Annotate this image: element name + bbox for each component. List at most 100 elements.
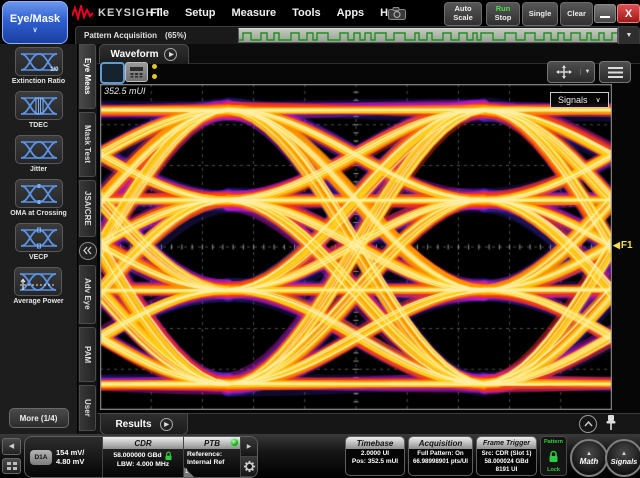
ptb-section[interactable]: PTB Reference: Internal Ref 1 [184,437,241,477]
vecp-icon [15,223,63,252]
tab-pam[interactable]: PAM [79,327,96,382]
pin-panel-button[interactable] [604,414,618,432]
mode-selector-button[interactable]: Eye/Mask ∨ [2,1,68,44]
menu-file[interactable]: File [150,7,169,19]
play-icon[interactable]: ▶ [164,48,177,61]
average-power-icon [14,267,62,296]
frame-trigger-panel[interactable]: Frame Trigger Src: CDR (Slot 1) 58.00002… [476,436,537,476]
frame-trigger-length: 8191 UI [477,466,536,474]
ptb-status-led [231,439,238,446]
stop-label: Stop [495,14,512,23]
timebase-scale: 2.0000 UI [346,450,404,458]
ptb-reference-label: Reference: [187,451,237,459]
measurement-sidebar: 1/0 Extinction Ratio TDEC Jitter OMA at … [0,44,78,434]
f1-function-marker[interactable]: ◀ F1 [613,240,633,251]
keysight-logo: KEYSIGHT [72,5,162,21]
eye-diagram-canvas [100,84,612,410]
menu-tools[interactable]: Tools [292,7,321,19]
extinction-ratio-icon: 1/0 [15,47,63,76]
sidebar-item-extinction-ratio[interactable]: 1/0 Extinction Ratio [12,47,65,86]
status-nav-column: ◀ [2,438,21,474]
lock-icon [164,451,173,461]
lock-icon [547,450,560,463]
flexdca-window: Eye/Mask ∨ KEYSIGHT File Setup Measure T… [0,0,640,478]
camera-icon[interactable] [386,5,408,21]
channel-panel-buttons: ▶ [241,437,257,477]
minimize-button[interactable] [594,4,616,23]
auto-scale-button[interactable]: Auto Scale [444,2,482,26]
channel-setup-button[interactable] [241,457,257,477]
collapse-panel-button[interactable] [79,242,97,259]
keysight-spark-icon [72,5,94,21]
signals-dropdown[interactable]: Signals ∨ [550,92,609,108]
channel-d1a-section[interactable]: D1A 154 mV/ 4.80 mV [25,437,103,477]
pan-tool-dropdown[interactable]: ▼ [580,69,594,75]
panel-page-corner: 1 [184,467,194,477]
tab-eye-meas[interactable]: Eye Meas [79,44,96,109]
category-tab-strip: Eye Meas Mask Test JSA/CRE Adv Eye PAM U… [78,44,97,434]
grid-icon [7,462,17,470]
tab-mask-test[interactable]: Mask Test [79,112,96,177]
drag-handle-dots-icon[interactable] [152,64,157,79]
pan-tool-button[interactable]: ▼ [547,61,595,83]
acquisition-full-pattern: Full Pattern: On [409,450,472,458]
marker-triangle-icon: ◀ [613,240,620,251]
keypad-icon[interactable] [125,62,148,82]
double-chevron-left-icon [83,246,92,255]
grid-view-button[interactable] [2,458,21,475]
sidebar-item-tdec[interactable]: TDEC [15,91,63,130]
acquisition-panel[interactable]: Acquisition Full Pattern: On 66.98998901… [408,436,473,476]
cdr-section[interactable]: CDR 58.000000 GBd LBW: 4.000 MHz [103,437,184,477]
pattern-acquisition-progress [238,28,618,43]
pattern-acquisition-bar: Pattern Acquisition (65%) ▼ [75,26,640,44]
frame-trigger-rate: 58.000024 GBd [477,458,536,466]
run-stop-button[interactable]: Run Stop [486,2,520,26]
panel-menu-button[interactable] [599,61,631,83]
timebase-position: Pos: 352.5 mUI [346,458,404,466]
pattern-lock-button[interactable]: Pattern Lock [540,436,567,476]
play-icon[interactable]: ▶ [160,418,173,431]
math-button[interactable]: ▲ Math [570,439,608,477]
sidebar-item-jitter[interactable]: Jitter [15,135,63,174]
clear-button[interactable]: Clear [560,2,593,26]
frame-trigger-source: Src: CDR (Slot 1) [477,450,536,458]
jitter-icon [15,135,63,164]
move-arrows-icon [548,65,580,79]
more-measurements-button[interactable]: More (1/4) [9,408,69,428]
expand-results-button[interactable] [579,415,597,433]
waveform-tab[interactable]: Waveform ▶ [99,44,189,64]
sidebar-item-average-power[interactable]: Average Power [13,267,63,306]
single-button[interactable]: Single [522,2,558,26]
chevron-down-icon: ∨ [32,28,37,33]
gear-icon [243,460,256,473]
channel-badge: D1A [30,450,52,465]
channel-scale: 154 mV/ [56,448,84,457]
menu-setup[interactable]: Setup [185,7,216,19]
acquisition-bar-dropdown[interactable]: ▼ [618,27,639,44]
pattern-acquisition-label: Pattern Acquisition (65%) [76,27,238,44]
timebase-panel[interactable]: Timebase 2.0000 UI Pos: 352.5 mUI [345,436,405,476]
tab-jsa-cre[interactable]: JSA/CRE [79,180,96,237]
sidebar-item-vecp[interactable]: VECP [15,223,63,262]
oma-at-crossing-icon [15,179,63,208]
display-mode-icon[interactable] [100,62,125,84]
tab-user[interactable]: User [79,385,96,431]
acquisition-percent: (65%) [165,31,186,40]
scroll-left-button[interactable]: ◀ [2,438,21,455]
menu-measure[interactable]: Measure [232,7,277,19]
signals-button[interactable]: ▲ Signals [605,439,640,477]
menu-apps[interactable]: Apps [337,7,365,19]
close-button[interactable]: X [617,4,640,23]
tab-adv-eye[interactable]: Adv Eye [79,265,96,324]
scroll-right-button[interactable]: ▶ [241,437,257,457]
sidebar-item-oma-at-crossing[interactable]: OMA at Crossing [10,179,67,218]
pin-icon [604,414,618,432]
chevron-up-icon [584,421,593,427]
timebase-position-label: 352.5 mUI [104,86,146,96]
cdr-rate: 58.000000 GBd [113,452,161,460]
auto-scale-line2: Scale [453,14,473,23]
hamburger-icon [608,67,623,78]
results-tab[interactable]: Results ▶ [100,413,188,435]
cdr-lbw: LBW: 4.000 MHz [106,461,180,469]
tdec-icon [15,91,63,120]
